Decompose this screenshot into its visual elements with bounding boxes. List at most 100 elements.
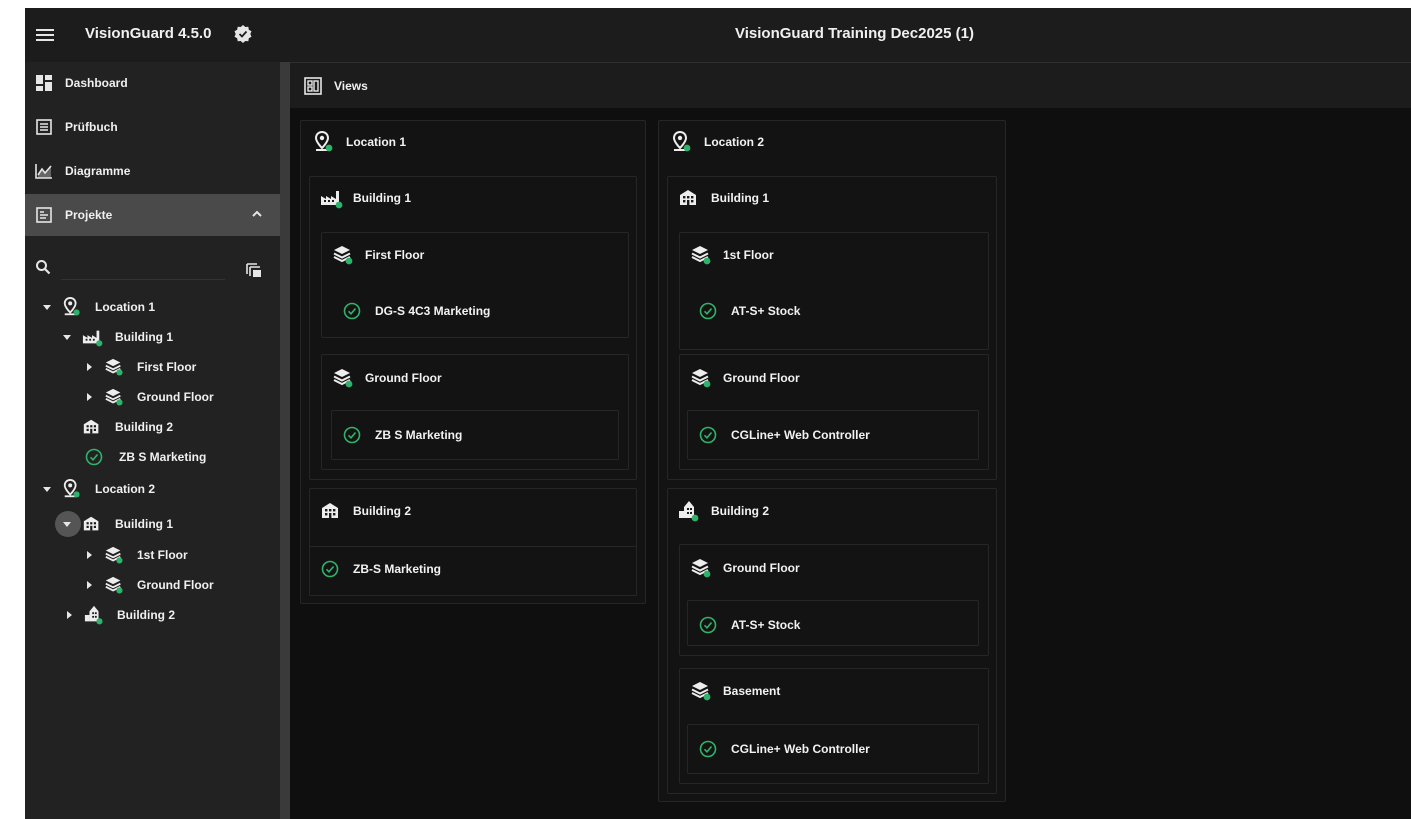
building-title: Building 2 [711, 504, 769, 518]
tree-item-location-2[interactable]: Location 2 [41, 474, 155, 504]
floor-title: Ground Floor [723, 371, 800, 385]
tree-item-label: Ground Floor [137, 578, 214, 592]
factory-icon [321, 191, 343, 209]
expand-all-icon[interactable] [245, 260, 263, 278]
building-title: Building 2 [353, 504, 411, 518]
floor-card-header[interactable]: Basement [689, 677, 780, 705]
device-item[interactable]: CGLine+ Web Controller [699, 740, 870, 758]
location-title: Location 2 [704, 135, 765, 149]
floor-card-header[interactable]: Ground Floor [689, 554, 800, 582]
device-item[interactable]: ZB S Marketing [343, 426, 462, 444]
nav-label: Diagramme [65, 164, 131, 178]
device-item[interactable]: CGLine+ Web Controller [699, 426, 870, 444]
nav-label: Prüfbuch [65, 120, 118, 134]
search-input[interactable] [61, 256, 225, 280]
floor-card-header[interactable]: First Floor [331, 241, 424, 269]
building-title: Building 1 [711, 191, 769, 205]
floors-icon [691, 368, 712, 389]
tree-item-building-2[interactable]: Building 2 [81, 412, 173, 442]
floor-card-header[interactable]: 1st Floor [689, 241, 774, 269]
verified-icon [234, 25, 252, 43]
device-item[interactable]: AT-S+ Stock [699, 616, 800, 634]
caret-down-icon[interactable] [61, 331, 73, 343]
nav-label: Projekte [65, 208, 113, 222]
check-circle-icon [699, 426, 717, 444]
floors-icon [104, 575, 124, 595]
nav-label: Dashboard [65, 76, 128, 90]
check-circle-icon [343, 302, 361, 320]
tree-item-ground-floor[interactable]: Ground Floor [83, 382, 214, 412]
tree-item-label: Building 2 [115, 420, 173, 434]
app-frame: VisionGuard 4.5.0 VisionGuard Training D… [25, 8, 1411, 819]
views-icon [304, 77, 322, 95]
tree-item-label: Location 1 [95, 300, 156, 314]
check-circle-icon [343, 426, 361, 444]
projects-icon [35, 206, 53, 224]
tree-item-label: Location 2 [95, 482, 156, 496]
tree-search [25, 250, 280, 286]
views-label: Views [334, 79, 368, 93]
caret-down-icon[interactable] [61, 518, 73, 530]
tree-item-1st-floor[interactable]: 1st Floor [83, 540, 188, 570]
caret-right-icon[interactable] [63, 609, 75, 621]
device-label: CGLine+ Web Controller [731, 742, 870, 756]
floor-card-header[interactable]: Ground Floor [689, 364, 800, 392]
tree-item-l2-ground-floor[interactable]: Ground Floor [83, 570, 214, 600]
building-card-header[interactable]: Building 2 [319, 497, 411, 525]
project-title: VisionGuard Training Dec2025 (1) [735, 25, 974, 42]
tree-item-zb-s-marketing[interactable]: ZB S Marketing [85, 442, 206, 472]
sidebar: Dashboard Prüfbuch Diagramme Projekte Lo… [25, 62, 280, 819]
tower-building-icon [84, 605, 103, 625]
caret-down-icon[interactable] [41, 301, 53, 313]
device-label: AT-S+ Stock [731, 618, 801, 632]
device-item[interactable]: AT-S+ Stock [699, 302, 800, 320]
tree-item-l2-building-2[interactable]: Building 2 [63, 600, 175, 630]
tower-building-icon [679, 501, 699, 522]
caret-right-icon[interactable] [83, 579, 95, 591]
top-bar: VisionGuard 4.5.0 VisionGuard Training D… [25, 8, 1411, 63]
location-pin-icon [673, 131, 692, 153]
tree-item-location-1[interactable]: Location 1 [41, 292, 155, 322]
building-card-header[interactable]: Building 2 [677, 497, 769, 525]
check-circle-icon [85, 448, 103, 466]
floors-icon [104, 357, 124, 377]
floor-title: 1st Floor [723, 248, 774, 262]
dashboard-icon [35, 74, 53, 92]
location-title: Location 1 [346, 135, 407, 149]
location-card-header[interactable]: Location 2 [670, 128, 764, 156]
tree-item-label: Ground Floor [137, 390, 214, 404]
nav-pruefbuch[interactable]: Prüfbuch [25, 106, 280, 148]
device-label: DG-S 4C3 Marketing [375, 304, 491, 318]
building-card-header[interactable]: Building 1 [319, 184, 411, 212]
floors-icon [691, 245, 712, 266]
device-item[interactable]: DG-S 4C3 Marketing [343, 302, 490, 320]
floors-icon [104, 545, 124, 565]
location-card-header[interactable]: Location 1 [312, 128, 406, 156]
building-card-header[interactable]: Building 1 [677, 184, 769, 212]
tree-item-label: Building 1 [115, 517, 173, 531]
chevron-up-icon[interactable] [250, 207, 264, 221]
location-pin-icon [315, 131, 334, 153]
device-label: ZB S Marketing [375, 428, 463, 442]
floors-icon [691, 558, 712, 579]
views-bar: Views [290, 62, 1411, 108]
nav-dashboard[interactable]: Dashboard [25, 62, 280, 104]
floor-card-header[interactable]: Ground Floor [331, 364, 442, 392]
device-label: ZB-S Marketing [353, 562, 442, 576]
tree-item-l2-building-1[interactable]: Building 1 [61, 509, 173, 539]
device-item[interactable]: ZB-S Marketing [321, 560, 441, 578]
tree-item-building-1[interactable]: Building 1 [61, 322, 173, 352]
tree-item-first-floor[interactable]: First Floor [83, 352, 196, 382]
caret-right-icon[interactable] [83, 549, 95, 561]
building-title: Building 1 [353, 191, 411, 205]
caret-right-icon[interactable] [83, 361, 95, 373]
sidebar-resize-handle[interactable] [280, 62, 290, 819]
menu-icon[interactable] [33, 23, 57, 47]
nav-diagramme[interactable]: Diagramme [25, 150, 280, 192]
caret-right-icon[interactable] [83, 391, 95, 403]
location-pin-icon [63, 479, 81, 499]
caret-down-icon[interactable] [41, 483, 53, 495]
tree-item-label: 1st Floor [137, 548, 188, 562]
nav-projekte[interactable]: Projekte [25, 194, 280, 236]
floor-title: Ground Floor [723, 561, 800, 575]
